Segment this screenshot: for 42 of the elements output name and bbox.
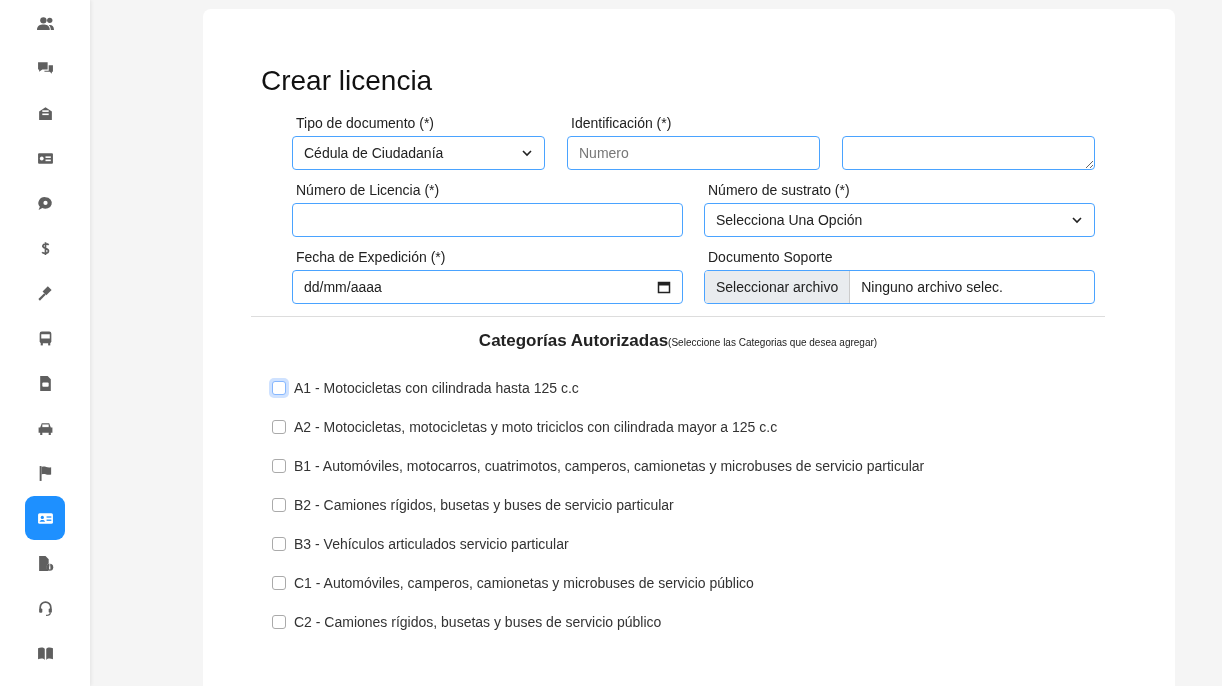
field-label: Tipo de documento (*)	[296, 115, 435, 131]
dropdown[interactable]: Cédula de Ciudadanía	[292, 136, 545, 170]
checkbox-label: B3 - Vehículos articulados servicio particular	[294, 536, 569, 552]
checkbox[interactable]	[272, 459, 286, 473]
checkbox-label: A1 - Motocicletas con cilindrada hasta 125 c.c	[294, 380, 579, 396]
checkbox-label: A2 - Motocicletas, motocicletas y moto triciclos con cilindrada mayor a 125 c.c	[294, 419, 778, 435]
envelope-icon	[36, 104, 54, 122]
page-title: Crear licencia	[261, 65, 434, 97]
checkbox[interactable]	[272, 498, 286, 512]
section-heading: Categorías Autorizadas	[478, 331, 669, 351]
field-label: Fecha de Expedición (*)	[296, 249, 447, 265]
input-field[interactable]	[292, 203, 683, 237]
field-label: Número de sustrato (*)	[708, 182, 851, 198]
document-info-icon	[36, 554, 54, 572]
checkbox-label: C1 - Automóviles, camperos, camionetas y microbuses de servicio público	[294, 575, 754, 591]
input-field[interactable]: Numero	[567, 136, 820, 170]
field-label: Número de Licencia (*)	[296, 182, 441, 198]
checkbox[interactable]	[272, 537, 286, 551]
book-icon	[36, 644, 54, 662]
checkbox[interactable]	[272, 420, 286, 434]
gavel-icon	[36, 284, 54, 302]
dropdown[interactable]: Selecciona Una Opción	[704, 203, 1095, 237]
sidebar-item[interactable]	[25, 496, 65, 540]
caret-icon	[1071, 214, 1083, 226]
choose-file-button[interactable]: Seleccionar archivo	[705, 271, 851, 303]
headset-icon	[36, 599, 54, 617]
file-field[interactable]: Seleccionar archivo Ninguno archivo selec.	[704, 270, 1095, 304]
field-label: Identificación (*)	[571, 115, 673, 131]
checkbox[interactable]	[272, 576, 286, 590]
people-icon	[36, 14, 54, 32]
caret-icon	[521, 147, 533, 159]
text-area[interactable]	[842, 136, 1095, 170]
field-label: Documento Soporte	[708, 249, 834, 265]
calendar-icon[interactable]	[657, 280, 671, 294]
file-status: Ninguno archivo selec.	[860, 279, 1004, 295]
checkbox[interactable]	[272, 615, 286, 629]
date-field[interactable]: dd/mm/aaaa	[292, 270, 683, 304]
money-bubble-icon	[36, 194, 54, 212]
checkbox-label: C2 - Camiones rígidos, busetas y buses de servicio público	[294, 614, 662, 630]
section-hint: (Seleccione las Categorias que desea agregar)	[668, 337, 878, 348]
checkbox-label: B2 - Camiones rígidos, busetas y buses de servicio particular	[294, 497, 674, 513]
checkbox-label: B1 - Automóviles, motocarros, cuatrimotos, camperos, camionetas y microbuses de servicio particular	[294, 458, 925, 474]
